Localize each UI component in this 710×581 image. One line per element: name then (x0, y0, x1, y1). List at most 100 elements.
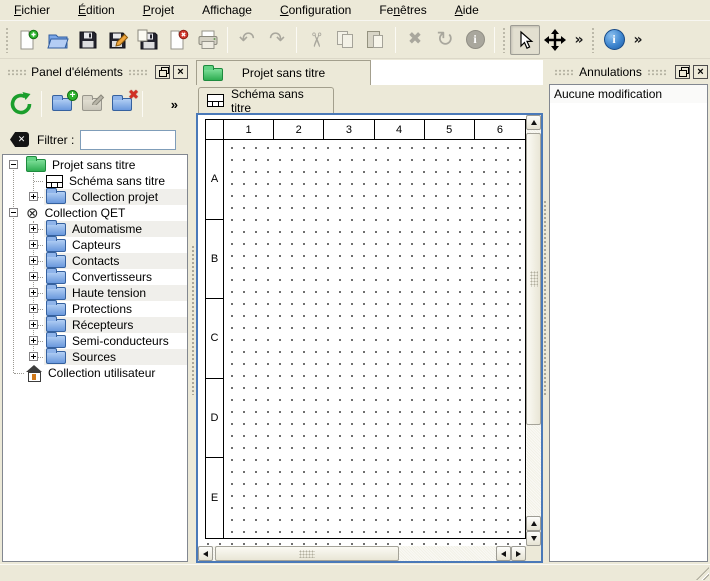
tree-item-haute-tension[interactable]: Haute tension (3, 285, 187, 301)
horizontal-scroll-thumb[interactable] (215, 546, 399, 561)
tree-item-collection-projet[interactable]: Collection projet (3, 189, 187, 205)
collapse-expander[interactable] (9, 208, 18, 217)
toolbar-drag-handle[interactable] (502, 27, 507, 53)
undo-button[interactable]: ↶ (232, 25, 262, 55)
selection-mode-button[interactable] (510, 25, 540, 55)
expand-expander[interactable] (29, 336, 38, 345)
resize-grip[interactable] (696, 567, 709, 580)
vertical-scrollbar[interactable] (526, 115, 541, 546)
chevron-right-icon: » (633, 33, 642, 47)
expand-expander[interactable] (29, 224, 38, 233)
main-toolbar: ↶ ↷ ✂ ✖ ↻ i » i » (0, 21, 710, 59)
element-info-button[interactable]: i (460, 25, 490, 55)
scroll-down-button[interactable] (526, 531, 541, 546)
tree-item-convertisseurs[interactable]: Convertisseurs (3, 269, 187, 285)
tab-projet-sans-titre[interactable]: Projet sans titre (196, 60, 371, 85)
tree-item-sources[interactable]: Sources (3, 349, 187, 365)
menu-bar: Fichier Édition Projet Affichage Configu… (0, 0, 710, 21)
elements-panel-titlebar[interactable]: Panel d'éléments × (2, 62, 188, 82)
float-panel-button[interactable] (675, 65, 690, 79)
cut-button[interactable]: ✂ (301, 25, 331, 55)
tree-item-schema-sans-titre[interactable]: Schéma sans titre (3, 173, 187, 189)
tree-item-semi-conducteurs[interactable]: Semi-conducteurs (3, 333, 187, 349)
diagram-info-button[interactable]: i (599, 25, 629, 55)
save-as-icon (107, 29, 129, 51)
menu-aide[interactable]: Aide (445, 1, 489, 19)
save-all-button[interactable] (133, 25, 163, 55)
menu-fichier[interactable]: Fichier (4, 1, 60, 19)
toolbar-overflow-button[interactable]: » (629, 25, 647, 55)
scroll-track[interactable] (399, 546, 496, 561)
edit-category-button[interactable] (77, 89, 107, 119)
menu-projet[interactable]: Projet (133, 1, 184, 19)
filter-row: ✕ Filtrer : (2, 127, 188, 152)
toolbar-drag-handle[interactable] (591, 27, 596, 53)
expand-expander[interactable] (29, 256, 38, 265)
close-panel-button[interactable]: × (173, 65, 188, 79)
diagram-canvas[interactable]: 1 2 3 4 5 6 A B C D E (198, 115, 526, 546)
close-file-button[interactable] (163, 25, 193, 55)
scroll-up-button[interactable] (526, 115, 541, 130)
expand-expander[interactable] (29, 272, 38, 281)
toolbar-overflow-button[interactable]: » (570, 25, 588, 55)
scroll-left-button[interactable] (496, 546, 511, 561)
reload-collections-button[interactable] (6, 89, 36, 119)
delete-button[interactable]: ✖ (400, 25, 430, 55)
scroll-right-button[interactable] (511, 546, 526, 561)
scrollbar-corner (526, 546, 541, 561)
rotate-button[interactable]: ↻ (430, 25, 460, 55)
close-panel-button[interactable]: × (693, 65, 708, 79)
tab-schema-sans-titre[interactable]: Schéma sans titre (198, 87, 334, 113)
row-header: C (206, 299, 224, 379)
tree-item-recepteurs[interactable]: Récepteurs (3, 317, 187, 333)
save-button[interactable] (73, 25, 103, 55)
tree-item-automatisme[interactable]: Automatisme (3, 221, 187, 237)
expand-expander[interactable] (29, 320, 38, 329)
tree-item-protections[interactable]: Protections (3, 301, 187, 317)
expand-expander[interactable] (29, 288, 38, 297)
new-category-button[interactable]: + (47, 89, 77, 119)
undo-panel-titlebar[interactable]: Annulations × (549, 62, 708, 82)
expand-expander[interactable] (29, 240, 38, 249)
menu-edition[interactable]: Édition (68, 1, 125, 19)
menu-configuration[interactable]: Configuration (270, 1, 361, 19)
menu-affichage[interactable]: Affichage (192, 1, 262, 19)
expand-expander[interactable] (29, 304, 38, 313)
app-window: Fichier Édition Projet Affichage Configu… (0, 0, 710, 581)
undo-history-item[interactable]: Aucune modification (550, 85, 707, 103)
panel-overflow-button[interactable]: » (171, 97, 178, 112)
folder-icon (46, 351, 66, 364)
clear-filter-button[interactable]: ✕ (10, 132, 29, 147)
toolbar-separator (41, 91, 42, 117)
tree-item-projet-sans-titre[interactable]: Projet sans titre (3, 157, 187, 173)
toolbar-drag-handle[interactable] (5, 27, 10, 53)
info-icon: i (466, 30, 485, 49)
collapse-expander[interactable] (9, 160, 18, 169)
folder-icon (46, 239, 66, 252)
expand-expander[interactable] (29, 352, 38, 361)
expand-expander[interactable] (29, 192, 38, 201)
print-button[interactable] (193, 25, 223, 55)
tree-item-contacts[interactable]: Contacts (3, 253, 187, 269)
delete-category-button[interactable]: ✖ (107, 89, 137, 119)
scroll-left-button[interactable] (198, 546, 213, 561)
horizontal-scrollbar[interactable] (198, 546, 526, 561)
open-project-button[interactable] (43, 25, 73, 55)
scroll-track[interactable] (526, 425, 541, 516)
filter-input[interactable] (80, 130, 176, 150)
tree-item-collection-qet[interactable]: ⊗Collection QET (3, 205, 187, 221)
pan-mode-button[interactable] (540, 25, 570, 55)
save-as-button[interactable] (103, 25, 133, 55)
menu-fenetres[interactable]: Fenêtres (369, 1, 436, 19)
new-document-button[interactable] (13, 25, 43, 55)
float-panel-button[interactable] (155, 65, 170, 79)
tree-item-collection-utilisateur[interactable]: Collection utilisateur (3, 365, 187, 381)
paste-button[interactable] (361, 25, 391, 55)
tree-item-capteurs[interactable]: Capteurs (3, 237, 187, 253)
vertical-scroll-thumb[interactable] (526, 133, 541, 425)
left-splitter-handle[interactable] (189, 60, 196, 563)
copy-button[interactable] (331, 25, 361, 55)
elements-panel-toolbar: + ✖ » (2, 84, 188, 124)
scroll-up-button[interactable] (526, 516, 541, 531)
redo-button[interactable]: ↷ (262, 25, 292, 55)
